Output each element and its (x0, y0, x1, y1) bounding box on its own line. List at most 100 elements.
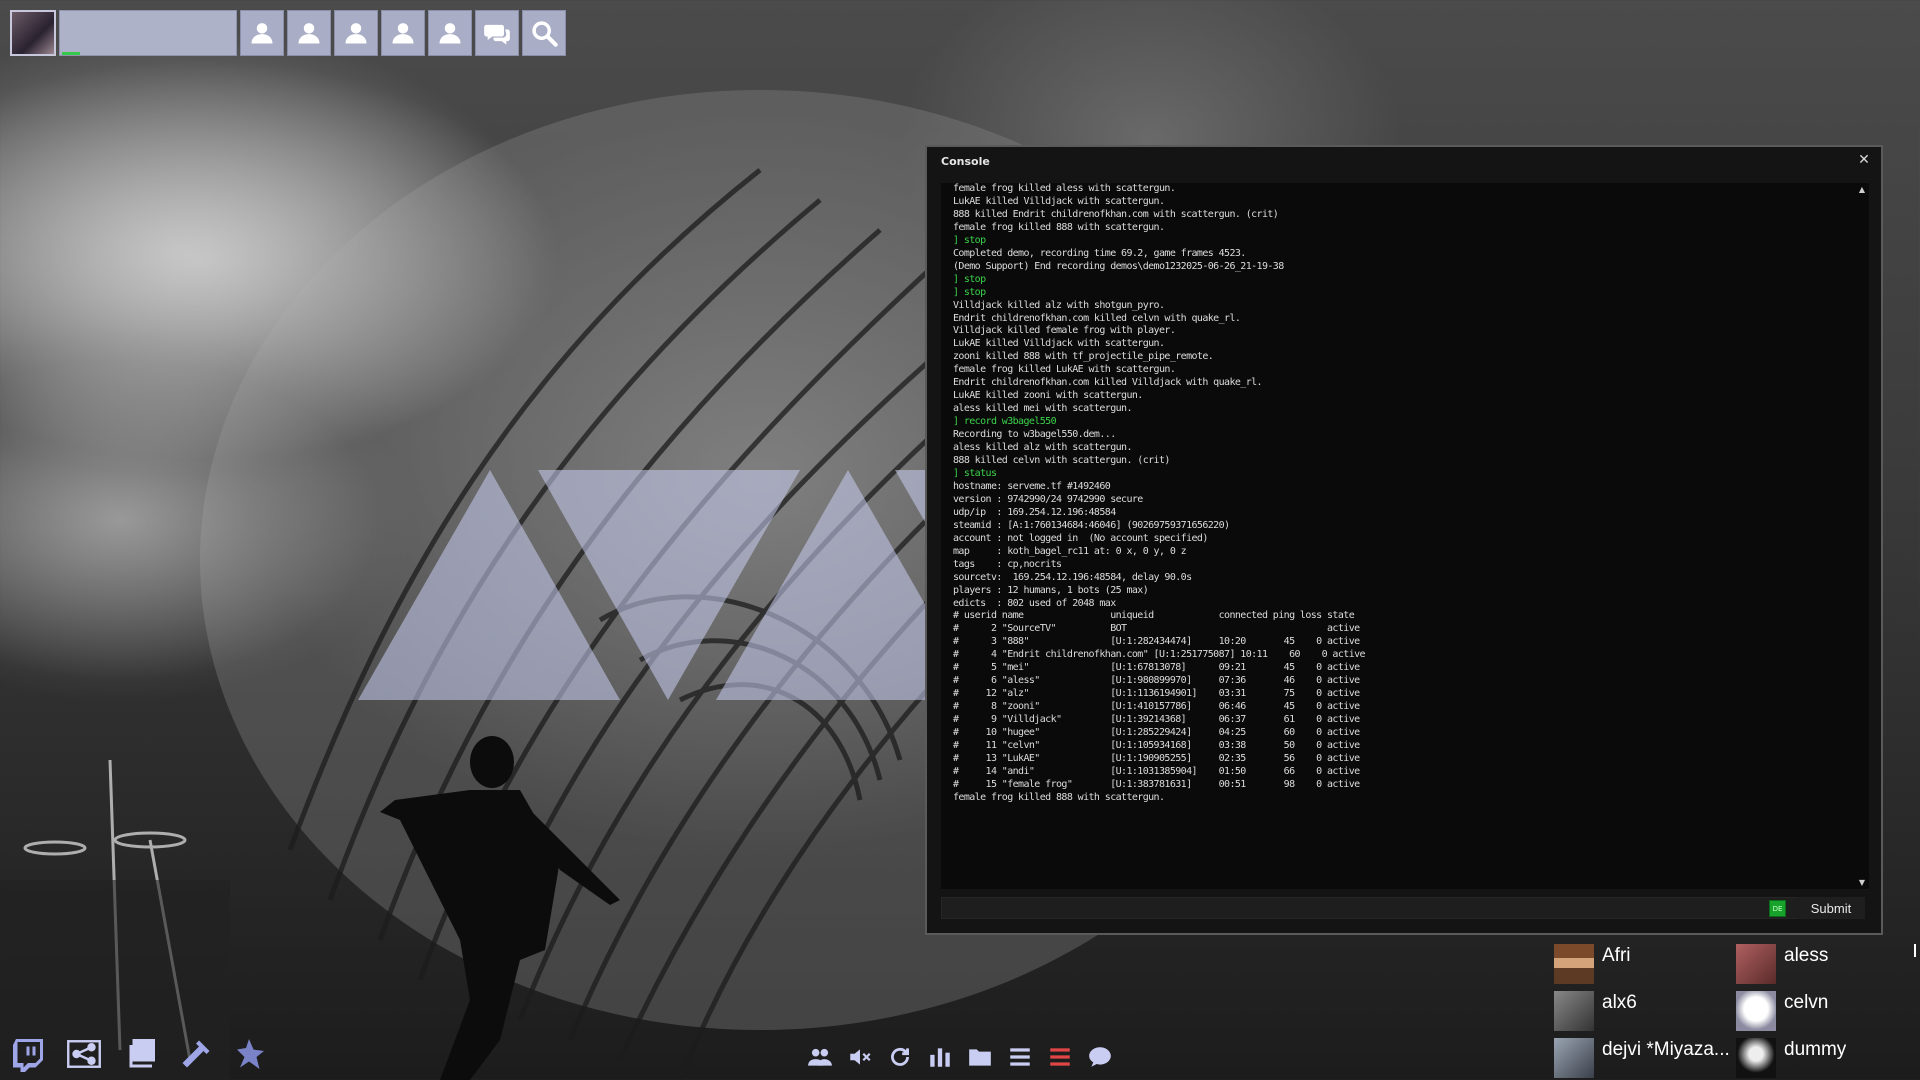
avatar (1736, 1038, 1776, 1078)
console-line: Villdjack killed female frog with player… (953, 325, 1176, 337)
console-line: # 6 "aless" [U:1:980899970] 07:36 46 0 a… (953, 675, 1360, 687)
friends-button[interactable] (806, 1042, 834, 1072)
twitch-icon (13, 1039, 43, 1072)
console-line: udp/ip : 169.254.12.196:48584 (953, 506, 1116, 518)
console-line: female frog killed aless with scattergun… (953, 183, 1176, 194)
console-log: female frog killed aless with scattergun… (953, 183, 1869, 805)
avatar (1554, 1038, 1594, 1078)
search-button[interactable] (522, 10, 566, 56)
console-line: female frog killed 888 with scattergun. (953, 221, 1165, 233)
user-button-3[interactable] (334, 10, 378, 56)
player-item[interactable]: Afri (1554, 944, 1734, 988)
mute-icon (850, 1049, 871, 1065)
console-line: Endrit childrenofkhan.com killed Villdja… (953, 377, 1263, 389)
share-button[interactable] (64, 1034, 104, 1074)
stats-button[interactable] (926, 1042, 954, 1072)
list-red-icon (1050, 1048, 1070, 1066)
mute-button[interactable] (846, 1042, 874, 1072)
refresh-button[interactable] (886, 1042, 914, 1072)
console-line: version : 9742990/24 9742990 secure (953, 493, 1143, 505)
player-name-box[interactable] (59, 10, 237, 56)
console-line: # 3 "888" [U:1:282434474] 10:20 45 0 act… (953, 636, 1360, 648)
console-line: # 8 "zooni" [U:1:410157786] 06:46 45 0 a… (953, 701, 1360, 713)
player-item[interactable]: dejvi *Miyaza... (1554, 1038, 1734, 1080)
player-list: Afri aless alx6 celvn dejvi *Miyaza... d… (1554, 944, 1920, 1080)
console-line: female frog killed 888 with scattergun. (953, 791, 1165, 803)
avatar (1554, 991, 1594, 1031)
refresh-icon (891, 1047, 909, 1066)
console-title: Console (941, 155, 990, 168)
avatar (1736, 991, 1776, 1031)
console-line: aless killed mei with scattergun. (953, 403, 1132, 415)
console-command-line: ] record w3bagel550 (953, 416, 1057, 428)
stats-icon (930, 1048, 950, 1067)
console-line: hostname: serveme.tf #1492460 (953, 480, 1111, 492)
console-line: # 14 "andi" [U:1:1031385904] 01:50 66 0 … (953, 765, 1360, 777)
console-line: # 12 "alz" [U:1:1136194901] 03:31 75 0 a… (953, 688, 1360, 700)
scroll-indicator (1914, 944, 1916, 957)
console-line: (Demo Support) End recording demos\demo1… (953, 260, 1284, 272)
scroll-down-icon[interactable]: ▼ (1859, 878, 1865, 887)
player-name: celvn (1784, 992, 1829, 1013)
player-name: dummy (1784, 1039, 1847, 1060)
console-line: # 13 "LukAE" [U:1:190905255] 02:35 56 0 … (953, 752, 1360, 764)
console-line: Villdjack killed alz with shotgun_pyro. (953, 299, 1165, 311)
close-icon[interactable]: ✕ (1855, 151, 1873, 169)
console-command-line: ] stop (953, 273, 986, 285)
folder-button[interactable] (966, 1042, 994, 1072)
console-input[interactable] (941, 897, 1801, 919)
spark-icon (237, 1039, 264, 1069)
user-button-5[interactable] (428, 10, 472, 56)
console-command-line: ] status (953, 467, 997, 479)
bottom-left-toolbar (8, 1034, 272, 1074)
player-item[interactable]: aless (1736, 944, 1916, 988)
scroll-up-icon[interactable]: ▲ (1859, 185, 1865, 194)
user-icon (298, 23, 320, 44)
console-output[interactable]: female frog killed aless with scattergun… (941, 183, 1869, 889)
console-line: # userid name uniqueid connected ping lo… (953, 610, 1355, 622)
twitch-button[interactable] (8, 1034, 48, 1074)
user-button-2[interactable] (287, 10, 331, 56)
search-icon (532, 21, 558, 47)
player-item[interactable]: dummy (1736, 1038, 1916, 1080)
player-item[interactable]: alx6 (1554, 991, 1734, 1035)
console-line: # 15 "female frog" [U:1:383781631] 00:51… (953, 778, 1360, 790)
hammer-icon (182, 1040, 210, 1068)
console-line: LukAE killed zooni with scattergun. (953, 390, 1143, 402)
user-icon (345, 23, 367, 44)
console-line: Completed demo, recording time 69.2, gam… (953, 247, 1246, 259)
console-line: # 4 "Endrit childrenofkhan.com" [U:1:251… (953, 649, 1366, 661)
console-line: Recording to w3bagel550.dem... (953, 429, 1116, 441)
self-avatar[interactable] (10, 10, 56, 56)
tools-button[interactable] (176, 1034, 216, 1074)
de-toggle[interactable]: DE (1769, 900, 1786, 917)
user-button-1[interactable] (240, 10, 284, 56)
console-line: # 9 "Villdjack" [U:1:39214368] 06:37 61 … (953, 714, 1360, 726)
console-line: female frog killed LukAE with scattergun… (953, 364, 1176, 376)
player-item[interactable]: celvn (1736, 991, 1916, 1035)
console-command-line: ] stop (953, 234, 986, 246)
top-toolbar (10, 10, 566, 56)
console-line: # 5 "mei" [U:1:67813078] 09:21 45 0 acti… (953, 662, 1360, 674)
console-line: zooni killed 888 with tf_projectile_pipe… (953, 351, 1214, 363)
bottom-center-toolbar (806, 1042, 1114, 1072)
console-line: steamid : [A:1:760134684:46046] (9026975… (953, 519, 1230, 531)
user-button-4[interactable] (381, 10, 425, 56)
console-line: tags : cp,nocrits (953, 558, 1062, 570)
windows-icon (129, 1039, 155, 1068)
friends-icon (808, 1048, 832, 1066)
menu-button[interactable] (1006, 1042, 1034, 1072)
chat-icon (484, 24, 510, 45)
chat-button[interactable] (475, 10, 519, 56)
chat-bubble-button[interactable] (1086, 1042, 1114, 1072)
avatar (1736, 944, 1776, 984)
console-line: map : koth_bagel_rc11 at: 0 x, 0 y, 0 z (953, 545, 1187, 557)
console-line: account : not logged in (No account spec… (953, 532, 1208, 544)
windows-button[interactable] (120, 1034, 160, 1074)
list-red-button[interactable] (1046, 1042, 1074, 1072)
health-bar (62, 52, 80, 55)
console-line: LukAE killed Villdjack with scattergun. (953, 195, 1165, 207)
menu-icon (1010, 1048, 1030, 1066)
submit-button[interactable]: Submit (1797, 897, 1865, 919)
spark-button[interactable] (232, 1034, 272, 1074)
